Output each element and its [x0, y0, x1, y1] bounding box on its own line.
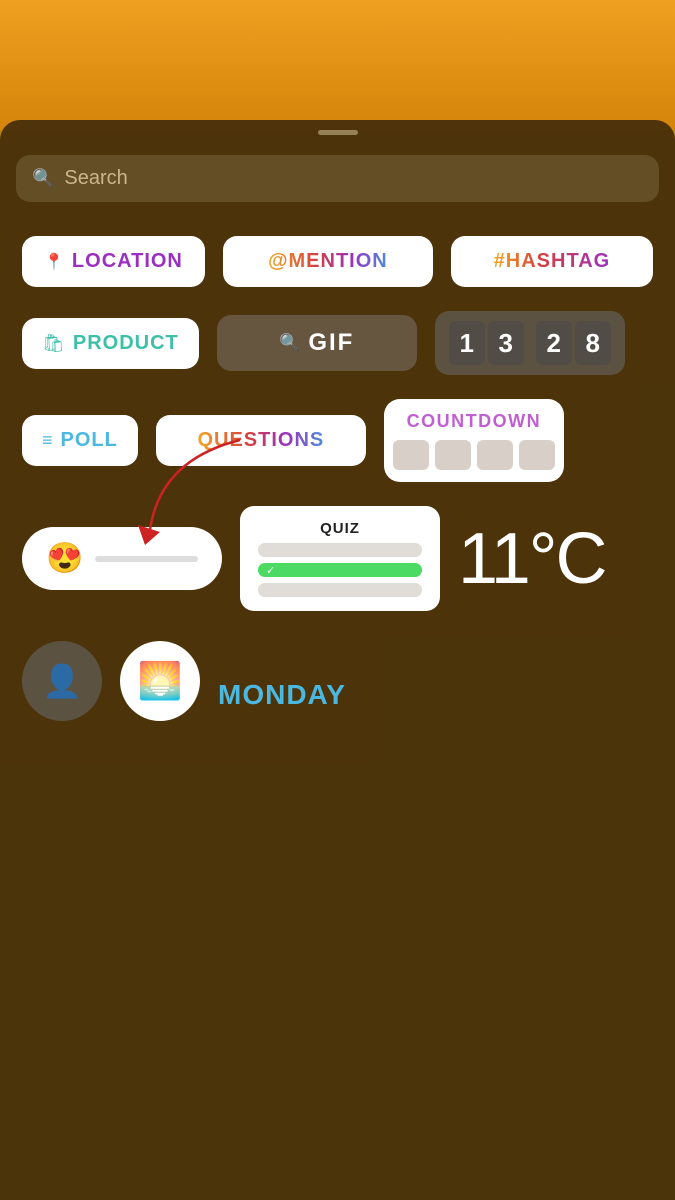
sticker-clock[interactable]: 1 3 2 8 — [435, 311, 625, 375]
poll-icon: ≡ — [42, 430, 53, 451]
sticker-row-3: ≡ POLL QUESTIONS COUNTDOWN — [22, 399, 653, 482]
sticker-quiz[interactable]: QUIZ ✓ — [240, 506, 440, 611]
countdown-box-3 — [477, 440, 513, 470]
quiz-option-3 — [258, 583, 422, 597]
bottom-row: 👤 🌅 MONDAY — [0, 631, 675, 721]
sticker-location[interactable]: 📍 LOCATION — [22, 236, 205, 287]
temperature-label: 11°C — [458, 518, 606, 600]
product-label: PRODUCT — [73, 332, 179, 355]
quiz-option-correct: ✓ — [258, 563, 422, 577]
poll-label: POLL — [61, 429, 118, 452]
top-bar — [0, 0, 675, 130]
sticker-poll[interactable]: ≡ POLL — [22, 415, 138, 466]
emoji-icon: 😍 — [46, 541, 83, 576]
location-icon: 📍 — [44, 252, 64, 272]
countdown-boxes — [393, 440, 555, 470]
quiz-title: QUIZ — [258, 520, 422, 537]
sticker-temperature[interactable]: 11°C — [458, 518, 606, 600]
sticker-gif[interactable]: 🔍 GIF — [217, 315, 417, 371]
gif-label: GIF — [308, 329, 354, 357]
countdown-box-4 — [519, 440, 555, 470]
clock-minutes: 2 8 — [536, 321, 611, 365]
badge-emoji: 🌅 — [138, 660, 183, 702]
gif-search-icon: 🔍 — [279, 333, 300, 353]
quiz-option-1 — [258, 543, 422, 557]
questions-label: QUESTIONS — [197, 429, 324, 452]
countdown-box-2 — [435, 440, 471, 470]
search-placeholder: Search — [64, 167, 127, 190]
drag-handle[interactable] — [318, 130, 358, 135]
sticker-monday[interactable]: MONDAY — [218, 679, 346, 721]
slider-track[interactable] — [95, 556, 198, 562]
sticker-emoji-slider[interactable]: 😍 — [22, 527, 222, 590]
sticker-hashtag[interactable]: #HASHTAG — [451, 236, 653, 287]
clock-min-2: 8 — [575, 321, 611, 365]
bag-icon: 🛍 — [42, 333, 65, 354]
bottom-sheet: 🔍 Search 📍 LOCATION @MENTION #HASHTAG 🛍 … — [0, 120, 675, 1200]
quiz-check-icon: ✓ — [266, 564, 275, 577]
sticker-countdown[interactable]: COUNTDOWN — [384, 399, 564, 482]
sticker-product[interactable]: 🛍 PRODUCT — [22, 318, 199, 369]
sticker-questions[interactable]: QUESTIONS — [156, 415, 366, 466]
clock-hours: 1 3 — [449, 321, 524, 365]
sticker-badge[interactable]: 🌅 — [120, 641, 200, 721]
clock-hour-2: 3 — [488, 321, 524, 365]
search-bar[interactable]: 🔍 Search — [16, 155, 659, 202]
sticker-row-1: 📍 LOCATION @MENTION #HASHTAG — [22, 236, 653, 287]
mention-label: @MENTION — [268, 250, 388, 273]
search-bar-container: 🔍 Search — [0, 141, 675, 216]
sticker-row-2: 🛍 PRODUCT 🔍 GIF 1 3 2 8 — [22, 311, 653, 375]
avatar-icon: 👤 — [42, 662, 82, 700]
stickers-grid: 📍 LOCATION @MENTION #HASHTAG 🛍 PRODUCT 🔍… — [0, 216, 675, 631]
sticker-avatar[interactable]: 👤 — [22, 641, 102, 721]
sticker-row-4: 😍 QUIZ ✓ 11°C — [22, 506, 653, 611]
sticker-mention[interactable]: @MENTION — [223, 236, 433, 287]
clock-min-1: 2 — [536, 321, 572, 365]
countdown-label: COUNTDOWN — [407, 411, 541, 432]
location-label: LOCATION — [72, 250, 183, 273]
countdown-box-1 — [393, 440, 429, 470]
clock-hour-1: 1 — [449, 321, 485, 365]
hashtag-label: #HASHTAG — [494, 250, 611, 273]
search-icon: 🔍 — [32, 168, 54, 189]
